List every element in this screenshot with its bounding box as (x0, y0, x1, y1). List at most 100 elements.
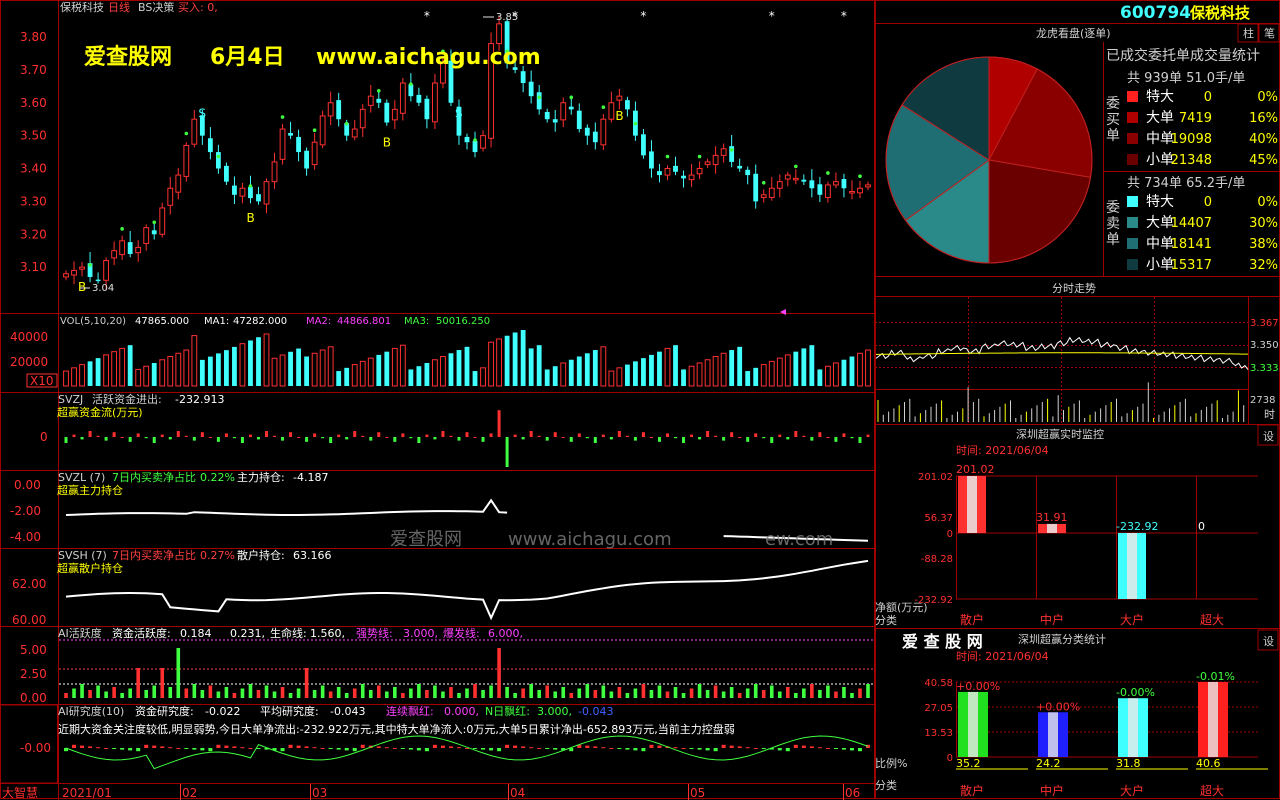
period-label[interactable]: 日线 (108, 0, 130, 14)
buy-row-swatch (1127, 133, 1138, 144)
research-bar (657, 745, 662, 748)
svzj-bar (593, 437, 597, 443)
class-top-label: +0.00% (1036, 700, 1080, 713)
volume-bar (528, 348, 534, 386)
ai-bar (360, 684, 365, 698)
research-bar (841, 748, 846, 750)
monitor-bar-chart: 201.02 56.37 0 -88.28 -232.92 201.02 散户 31.91 中户… (914, 463, 1258, 627)
svzj-bar (810, 437, 814, 441)
volume-bar (504, 335, 510, 386)
research-bar (184, 748, 189, 749)
volume-bar (296, 348, 301, 386)
low-annotation: 3.04 (92, 283, 114, 294)
monitor-value-label: -232.92 (1116, 520, 1158, 533)
candle-body (696, 168, 703, 175)
svsh-axis-tick: 60.00 (12, 613, 46, 627)
svzj-bar (786, 437, 790, 440)
volume-bar (304, 356, 310, 386)
svzj-bar (481, 437, 485, 442)
ai-bar (681, 693, 686, 698)
stock-code[interactable]: 600794 (1120, 3, 1191, 23)
research-bar (713, 748, 718, 752)
ai-bar (320, 685, 325, 698)
class-bar-shine (1048, 712, 1058, 757)
research-label3: 连续飘红: (386, 704, 434, 718)
research-comment: 近期大资金关注度较低,明显弱势,今日大单净流出:-232.922万元,其中特大单… (58, 722, 735, 736)
svzj-bars (64, 410, 870, 467)
research-bar (737, 746, 742, 748)
research-bar (88, 746, 93, 748)
svzj-bar (168, 437, 172, 440)
svzl-subtitle: 超赢主力持仓 (57, 483, 123, 497)
monitor-title: 深圳超赢实时监控 (1016, 427, 1104, 441)
svzj-bar (313, 433, 317, 437)
candle-body (824, 184, 831, 198)
svzj-bar (361, 435, 365, 437)
research-v2: -0.043 (330, 705, 365, 718)
volume-bar (520, 330, 526, 386)
research-bar (80, 745, 85, 748)
ai-bar (312, 690, 317, 698)
volume-bar (576, 356, 582, 386)
research-bar (641, 748, 646, 752)
hint-dot (794, 164, 798, 169)
ai-axis-tick: 2.50 (20, 667, 47, 681)
candle-body (496, 23, 502, 45)
svsh-line (65, 559, 869, 621)
ai-bar (641, 684, 646, 698)
research-bar (96, 747, 101, 749)
ai-bar (553, 691, 558, 698)
svzl-ratio: 0.22% (200, 471, 235, 484)
research-bar (537, 748, 542, 749)
svzj-bar (449, 435, 453, 437)
research-bar (152, 745, 157, 748)
svzj-name: SVZJ (58, 393, 83, 406)
research-bar (521, 746, 526, 748)
buy-row-swatch (1127, 154, 1138, 165)
svzj-bar (738, 437, 742, 438)
candle-body (215, 152, 221, 169)
ai-bar (376, 685, 381, 698)
ai-bar (272, 691, 277, 698)
svzj-bar (425, 434, 429, 437)
volume-bar (641, 358, 646, 386)
volume-bar (159, 359, 166, 387)
volume-bar (688, 365, 695, 387)
ai-bar (216, 691, 221, 698)
research-bar (408, 748, 413, 750)
svzj-bar (232, 437, 236, 439)
ai-bar (288, 693, 293, 698)
volume-bar (657, 351, 662, 386)
volume-bar (544, 369, 550, 386)
candle-body (239, 187, 246, 197)
hint-dot (376, 88, 381, 93)
volume-bar (616, 367, 623, 387)
hint-dot (761, 181, 766, 185)
volume-bar (367, 357, 374, 387)
research-bar (136, 748, 141, 752)
svzl-axis-tick: -2.00 (10, 504, 41, 518)
svzj-bar (730, 432, 734, 437)
date-axis-label: 03 (312, 786, 327, 800)
sell-row-pct: 32% (1249, 258, 1278, 273)
ai-bar (160, 668, 165, 698)
intraday-title: 分时走势 (1052, 282, 1096, 295)
svzj-axis-tick: 0 (40, 430, 48, 444)
svzj-bar (240, 437, 244, 443)
class-time: 时间: 2021/06/04 (956, 650, 1049, 663)
research-bar (673, 747, 678, 749)
price-axis-tick: 3.10 (20, 260, 47, 274)
high-annotation: 3.85 (496, 12, 518, 23)
research-line (65, 735, 869, 770)
volume-bar (87, 361, 93, 386)
svzj-bar (778, 434, 782, 437)
volume-bar (600, 346, 607, 387)
class-axis-tick: 27.05 (924, 703, 953, 714)
svzj-bar (224, 433, 228, 437)
ai-bar (168, 687, 173, 698)
volume-bar (351, 364, 358, 387)
svzj-bar (690, 434, 694, 437)
research-bar (817, 747, 822, 749)
price-axis-tick: 3.60 (20, 96, 47, 110)
buy-row-swatch (1127, 112, 1138, 123)
